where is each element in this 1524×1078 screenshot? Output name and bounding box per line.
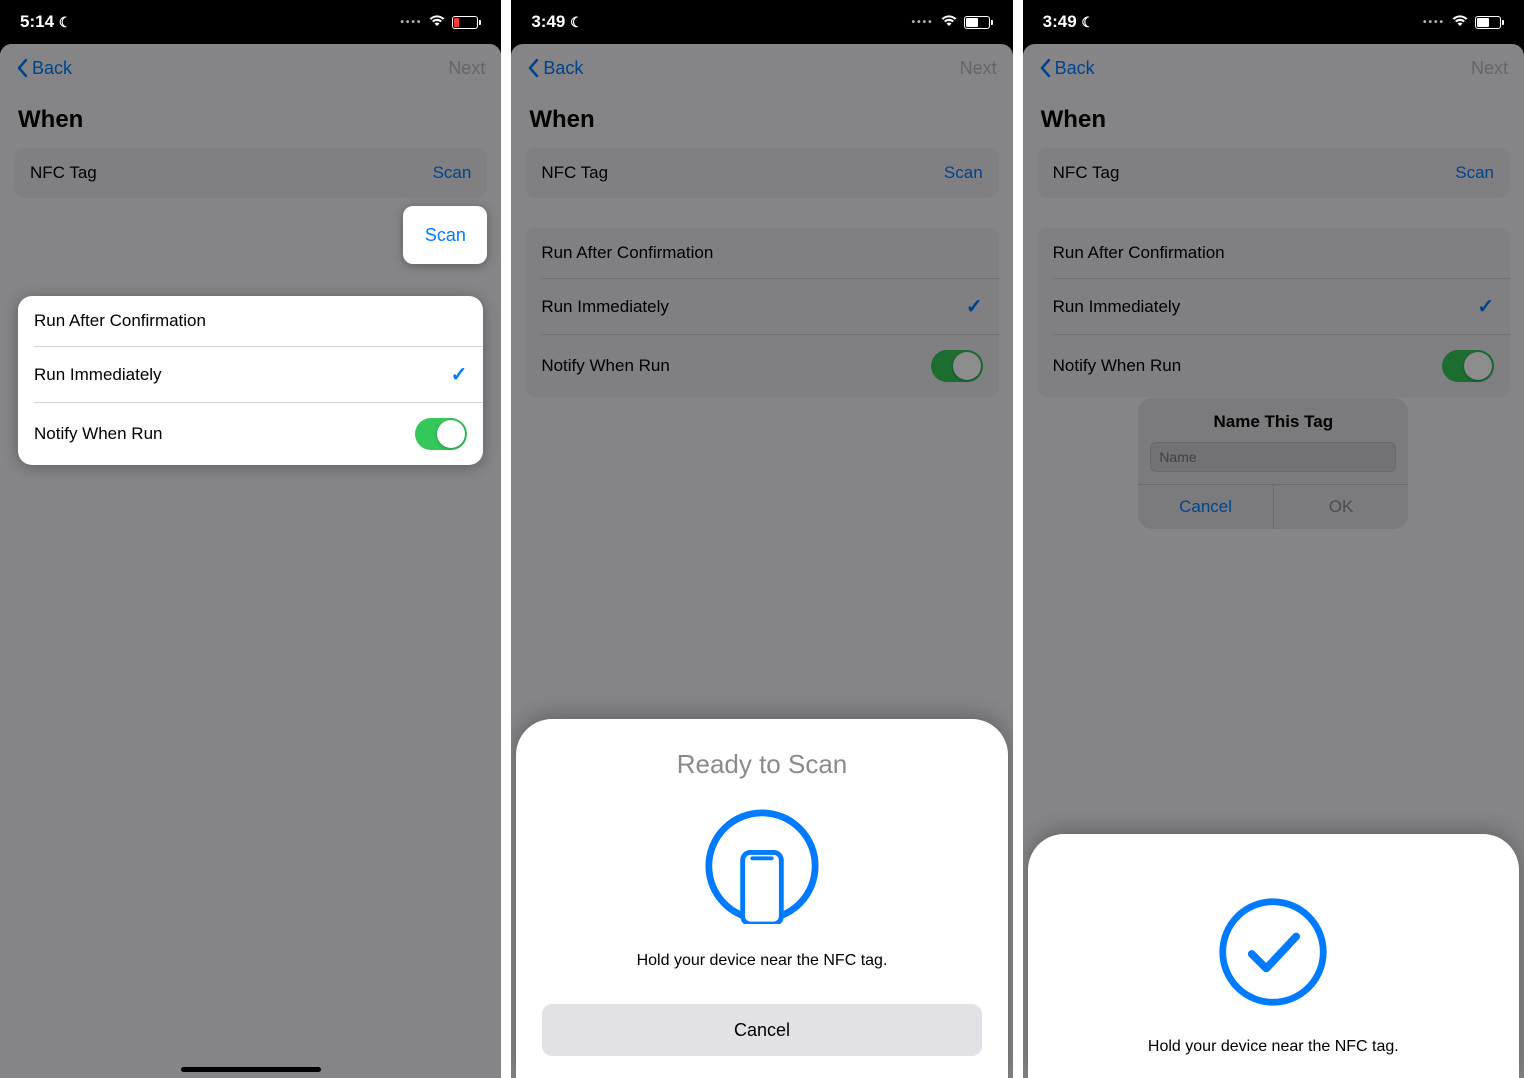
nfc-scan-icon — [704, 808, 820, 924]
scan-link[interactable]: Scan — [944, 163, 983, 183]
reception-dots-icon: •••• — [912, 17, 934, 28]
notify-row: Notify When Run — [18, 403, 483, 465]
reception-dots-icon: •••• — [1423, 17, 1445, 28]
sheet-hint: Hold your device near the NFC tag. — [1054, 1038, 1493, 1056]
status-time: 3:49 ☾ — [1043, 12, 1094, 32]
nav-bar: Back Next — [0, 44, 501, 92]
screenshot-panel-3: 3:49 ☾ •••• Back Next When NFC Tag Scan … — [1023, 0, 1524, 1078]
wifi-icon — [1451, 12, 1469, 32]
scan-sheet: Ready to Scan Hold your device near the … — [516, 719, 1007, 1078]
scan-link[interactable]: Scan — [1455, 163, 1494, 183]
alert-title: Name This Tag — [1138, 398, 1408, 442]
status-bar: 3:49 ☾ •••• — [511, 0, 1012, 44]
alert-ok-button[interactable]: OK — [1274, 485, 1409, 529]
reception-dots-icon: •••• — [400, 17, 422, 28]
when-heading: When — [511, 92, 1012, 142]
screenshot-panel-1: 5:14 ☾ •••• Back Next When NFC Tag Scan … — [0, 0, 501, 1078]
nfc-tag-row: NFC Tag Scan — [1037, 148, 1510, 198]
battery-icon — [452, 16, 481, 29]
dnd-moon-icon: ☾ — [59, 14, 72, 30]
name-tag-alert: Name This Tag Cancel OK — [1138, 398, 1408, 529]
notify-row: Notify When Run — [1037, 335, 1510, 397]
wifi-icon — [940, 12, 958, 32]
scan-sheet: Hold your device near the NFC tag. — [1028, 834, 1519, 1078]
next-button[interactable]: Next — [1471, 58, 1508, 79]
nfc-tag-label: NFC Tag — [541, 163, 608, 183]
nav-bar: Back Next — [511, 44, 1012, 92]
when-heading: When — [0, 92, 501, 142]
nav-bar: Back Next — [1023, 44, 1524, 92]
battery-icon — [964, 16, 993, 29]
checkmark-icon: ✓ — [966, 294, 983, 319]
home-indicator[interactable] — [181, 1067, 321, 1072]
status-time: 5:14 ☾ — [20, 12, 71, 32]
run-immediately-row[interactable]: Run Immediately✓ — [525, 279, 998, 334]
tag-name-input[interactable] — [1150, 442, 1396, 472]
next-button[interactable]: Next — [960, 58, 997, 79]
nfc-tag-row: NFC Tag Scan — [14, 148, 487, 198]
run-immediately-row[interactable]: Run Immediately✓ — [1037, 279, 1510, 334]
dnd-moon-icon: ☾ — [570, 14, 583, 30]
run-immediately-row[interactable]: Run Immediately ✓ — [18, 347, 483, 402]
sheet-title: Ready to Scan — [542, 749, 981, 780]
status-time: 3:49 ☾ — [531, 12, 582, 32]
status-bar: 3:49 ☾ •••• — [1023, 0, 1524, 44]
run-after-row[interactable]: Run After Confirmation — [525, 228, 998, 278]
run-after-row[interactable]: Run After Confirmation — [1037, 228, 1510, 278]
wifi-icon — [428, 12, 446, 32]
notify-label: Notify When Run — [34, 424, 163, 444]
nfc-tag-label: NFC Tag — [30, 163, 97, 183]
back-button[interactable]: Back — [527, 58, 583, 79]
screenshot-panel-2: 3:49 ☾ •••• Back Next When NFC Tag Scan … — [511, 0, 1012, 1078]
scan-link[interactable]: Scan — [433, 163, 472, 183]
notify-row: Notify When Run — [525, 335, 998, 397]
nfc-tag-label: NFC Tag — [1053, 163, 1120, 183]
status-bar: 5:14 ☾ •••• — [0, 0, 501, 44]
run-after-label: Run After Confirmation — [34, 311, 206, 331]
checkmark-icon: ✓ — [1477, 294, 1494, 319]
success-check-icon — [1215, 894, 1331, 1010]
run-after-row[interactable]: Run After Confirmation — [18, 296, 483, 346]
cancel-button[interactable]: Cancel — [542, 1004, 981, 1056]
notify-toggle[interactable] — [1442, 350, 1494, 382]
scan-button-highlight[interactable]: Scan — [403, 206, 487, 264]
run-options-card: Run After Confirmation Run Immediately ✓… — [18, 296, 483, 465]
run-options-card: Run After Confirmation Run Immediately✓ … — [525, 228, 998, 397]
run-options-card: Run After Confirmation Run Immediately✓ … — [1037, 228, 1510, 397]
next-button[interactable]: Next — [448, 58, 485, 79]
notify-toggle[interactable] — [931, 350, 983, 382]
dnd-moon-icon: ☾ — [1081, 14, 1094, 30]
checkmark-icon: ✓ — [451, 362, 468, 387]
battery-icon — [1475, 16, 1504, 29]
when-heading: When — [1023, 92, 1524, 142]
sheet-hint: Hold your device near the NFC tag. — [542, 952, 981, 970]
notify-toggle[interactable] — [415, 418, 467, 450]
back-button[interactable]: Back — [16, 58, 72, 79]
back-button[interactable]: Back — [1039, 58, 1095, 79]
nfc-tag-row: NFC Tag Scan — [525, 148, 998, 198]
alert-cancel-button[interactable]: Cancel — [1138, 485, 1274, 529]
run-immediately-label: Run Immediately — [34, 365, 162, 385]
